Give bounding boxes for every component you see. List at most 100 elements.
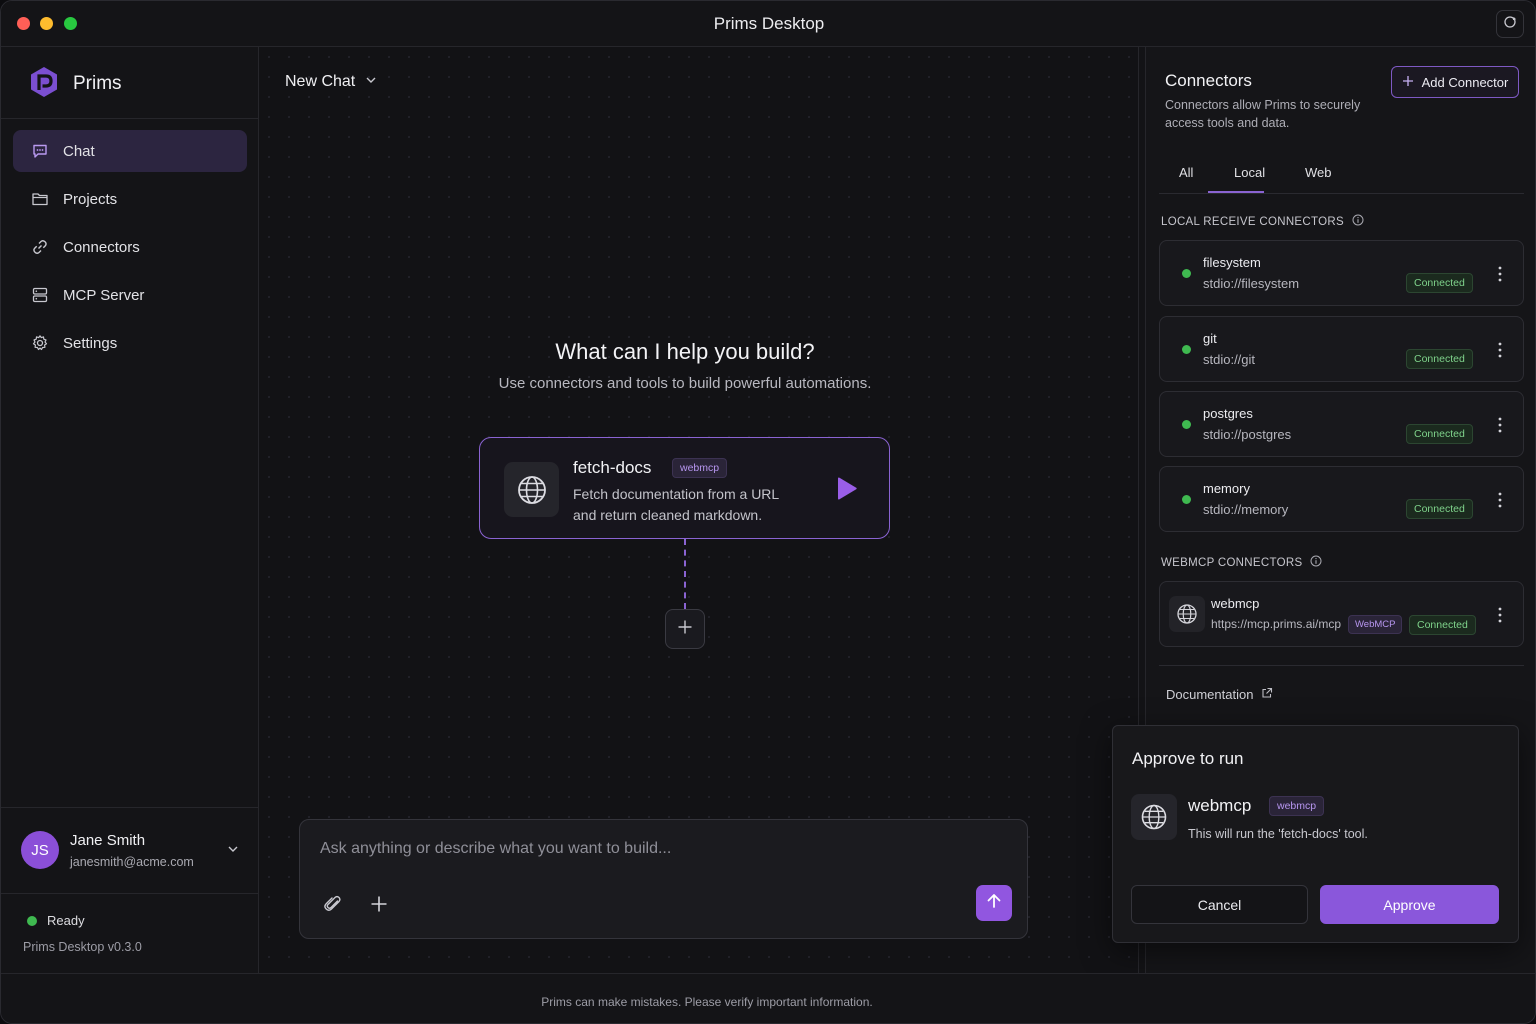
sidebar-item-label: Projects bbox=[63, 190, 118, 208]
chat-composer bbox=[299, 819, 1028, 939]
sync-button[interactable] bbox=[1496, 10, 1524, 38]
window-title: Prims Desktop bbox=[713, 14, 825, 33]
more-options-icon[interactable] bbox=[1495, 491, 1505, 509]
type-badge: WebMCP bbox=[1348, 615, 1403, 634]
connector-tabs: All Local Web bbox=[1159, 153, 1524, 194]
connector-uri: https://mcp.prims.ai/mcp bbox=[1211, 617, 1342, 631]
connected-dot bbox=[1182, 420, 1191, 429]
chat-title: New Chat bbox=[285, 73, 356, 90]
sidebar-item-settings[interactable]: Settings bbox=[13, 322, 247, 364]
sidebar-item-mcp-server[interactable]: MCP Server bbox=[13, 274, 247, 316]
tab-local[interactable]: Local bbox=[1234, 165, 1265, 180]
status-badge: Connected bbox=[1406, 349, 1473, 369]
chevron-down-icon bbox=[227, 842, 239, 860]
section-title: WEBMCP CONNECTORS bbox=[1161, 556, 1303, 569]
connector-name: filesystem bbox=[1203, 255, 1261, 270]
user-info: Jane Smith janesmith@acme.com bbox=[70, 832, 194, 869]
info-icon[interactable] bbox=[1310, 555, 1322, 570]
app-version: Prims Desktop v0.3.0 bbox=[23, 940, 142, 954]
connected-dot bbox=[1182, 269, 1191, 278]
status-badge: Connected bbox=[1406, 424, 1473, 444]
panel-divider bbox=[1159, 665, 1524, 666]
connector-name: git bbox=[1203, 331, 1217, 346]
add-step-button[interactable] bbox=[665, 609, 705, 649]
chat-bubble-icon bbox=[31, 142, 49, 160]
status-badge: Connected bbox=[1409, 615, 1476, 635]
paperclip-icon bbox=[322, 895, 344, 919]
more-options-icon[interactable] bbox=[1495, 265, 1505, 283]
approve-description: This will run the 'fetch-docs' tool. bbox=[1188, 827, 1368, 841]
status-badge: Connected bbox=[1406, 273, 1473, 293]
tab-web[interactable]: Web bbox=[1305, 165, 1332, 180]
folder-icon bbox=[31, 190, 49, 208]
documentation-link[interactable]: Documentation bbox=[1166, 687, 1273, 702]
link-icon bbox=[31, 238, 49, 256]
brand[interactable]: Prims bbox=[27, 65, 122, 104]
approve-button[interactable]: Approve bbox=[1320, 885, 1499, 924]
user-menu[interactable]: JS Jane Smith janesmith@acme.com bbox=[21, 827, 245, 873]
approve-badge: webmcp bbox=[1269, 796, 1325, 816]
approve-connector-name: webmcp bbox=[1188, 796, 1252, 815]
active-tab-indicator bbox=[1208, 191, 1264, 193]
connected-dot bbox=[1182, 495, 1191, 504]
connector-card-webmcp[interactable]: webmcp https://mcp.prims.ai/mcp WebMCP C… bbox=[1159, 581, 1524, 647]
connector-uri: stdio://git bbox=[1203, 352, 1256, 367]
connector-card-postgres[interactable]: postgres stdio://postgres Connected bbox=[1159, 391, 1524, 457]
tool-name: fetch-docs bbox=[573, 458, 652, 477]
connector-card-git[interactable]: git stdio://git Connected bbox=[1159, 316, 1524, 382]
tool-card[interactable]: fetch-docs webmcp Fetch documentation fr… bbox=[479, 437, 890, 539]
globe-icon bbox=[1169, 596, 1205, 632]
sync-icon bbox=[1503, 15, 1517, 34]
user-name: Jane Smith bbox=[70, 831, 146, 849]
disclaimer-text: Prims can make mistakes. Please verify i… bbox=[541, 995, 873, 1009]
sidebar-nav: Chat Projects Connectors MCP Server Sett… bbox=[13, 130, 247, 370]
connected-dot bbox=[1182, 345, 1191, 354]
connector-card-memory[interactable]: memory stdio://memory Connected bbox=[1159, 466, 1524, 532]
sidebar-item-label: Connectors bbox=[63, 238, 140, 256]
cancel-button[interactable]: Cancel bbox=[1131, 885, 1308, 924]
connectors-title: Connectors bbox=[1165, 71, 1252, 90]
sidebar-item-projects[interactable]: Projects bbox=[13, 178, 247, 220]
more-options-icon[interactable] bbox=[1495, 416, 1505, 434]
add-connector-label: Add Connector bbox=[1421, 74, 1509, 90]
gear-icon bbox=[31, 334, 49, 352]
more-options-icon[interactable] bbox=[1495, 341, 1505, 359]
brand-name: Prims bbox=[73, 73, 122, 94]
info-icon[interactable] bbox=[1352, 214, 1364, 229]
connector-card-filesystem[interactable]: filesystem stdio://filesystem Connected bbox=[1159, 240, 1524, 306]
connector-uri: stdio://postgres bbox=[1203, 427, 1292, 442]
plus-icon bbox=[368, 896, 390, 919]
status-text: Ready bbox=[47, 913, 85, 928]
app-window: Prims Desktop Prims Chat Projects Connec… bbox=[0, 0, 1536, 1024]
sidebar-divider bbox=[1, 807, 259, 808]
add-attachment-button[interactable] bbox=[368, 893, 390, 915]
avatar: JS bbox=[21, 831, 59, 869]
chat-title-dropdown[interactable]: New Chat bbox=[285, 73, 377, 91]
prims-logo-icon bbox=[27, 65, 61, 104]
attach-button[interactable] bbox=[322, 893, 344, 915]
connector-uri: stdio://filesystem bbox=[1203, 276, 1300, 291]
sidebar-item-connectors[interactable]: Connectors bbox=[13, 226, 247, 268]
status-indicator: Ready bbox=[27, 913, 85, 928]
user-email: janesmith@acme.com bbox=[70, 854, 194, 869]
sidebar-divider bbox=[1, 118, 259, 119]
sidebar-divider bbox=[1, 893, 259, 894]
status-badge: Connected bbox=[1406, 499, 1473, 519]
flow-connector-line bbox=[684, 539, 686, 609]
sidebar-item-chat[interactable]: Chat bbox=[13, 130, 247, 172]
server-icon bbox=[31, 286, 49, 304]
run-tool-button[interactable] bbox=[833, 476, 859, 502]
local-section-label: LOCAL RECEIVE CONNECTORS bbox=[1161, 214, 1364, 229]
webmcp-section-label: WEBMCP CONNECTORS bbox=[1161, 555, 1322, 570]
more-options-icon[interactable] bbox=[1495, 606, 1505, 624]
send-button[interactable] bbox=[976, 885, 1012, 921]
section-title: LOCAL RECEIVE CONNECTORS bbox=[1161, 215, 1344, 228]
footer: Prims can make mistakes. Please verify i… bbox=[1, 973, 1535, 1023]
tab-all[interactable]: All bbox=[1179, 165, 1193, 180]
chat-input[interactable] bbox=[320, 840, 1010, 858]
sidebar-item-label: Chat bbox=[63, 142, 95, 160]
add-connector-button[interactable]: Add Connector bbox=[1391, 66, 1519, 98]
globe-icon bbox=[1131, 794, 1177, 840]
connector-uri: stdio://memory bbox=[1203, 502, 1289, 517]
hero-subtitle: Use connectors and tools to build powerf… bbox=[498, 375, 872, 392]
